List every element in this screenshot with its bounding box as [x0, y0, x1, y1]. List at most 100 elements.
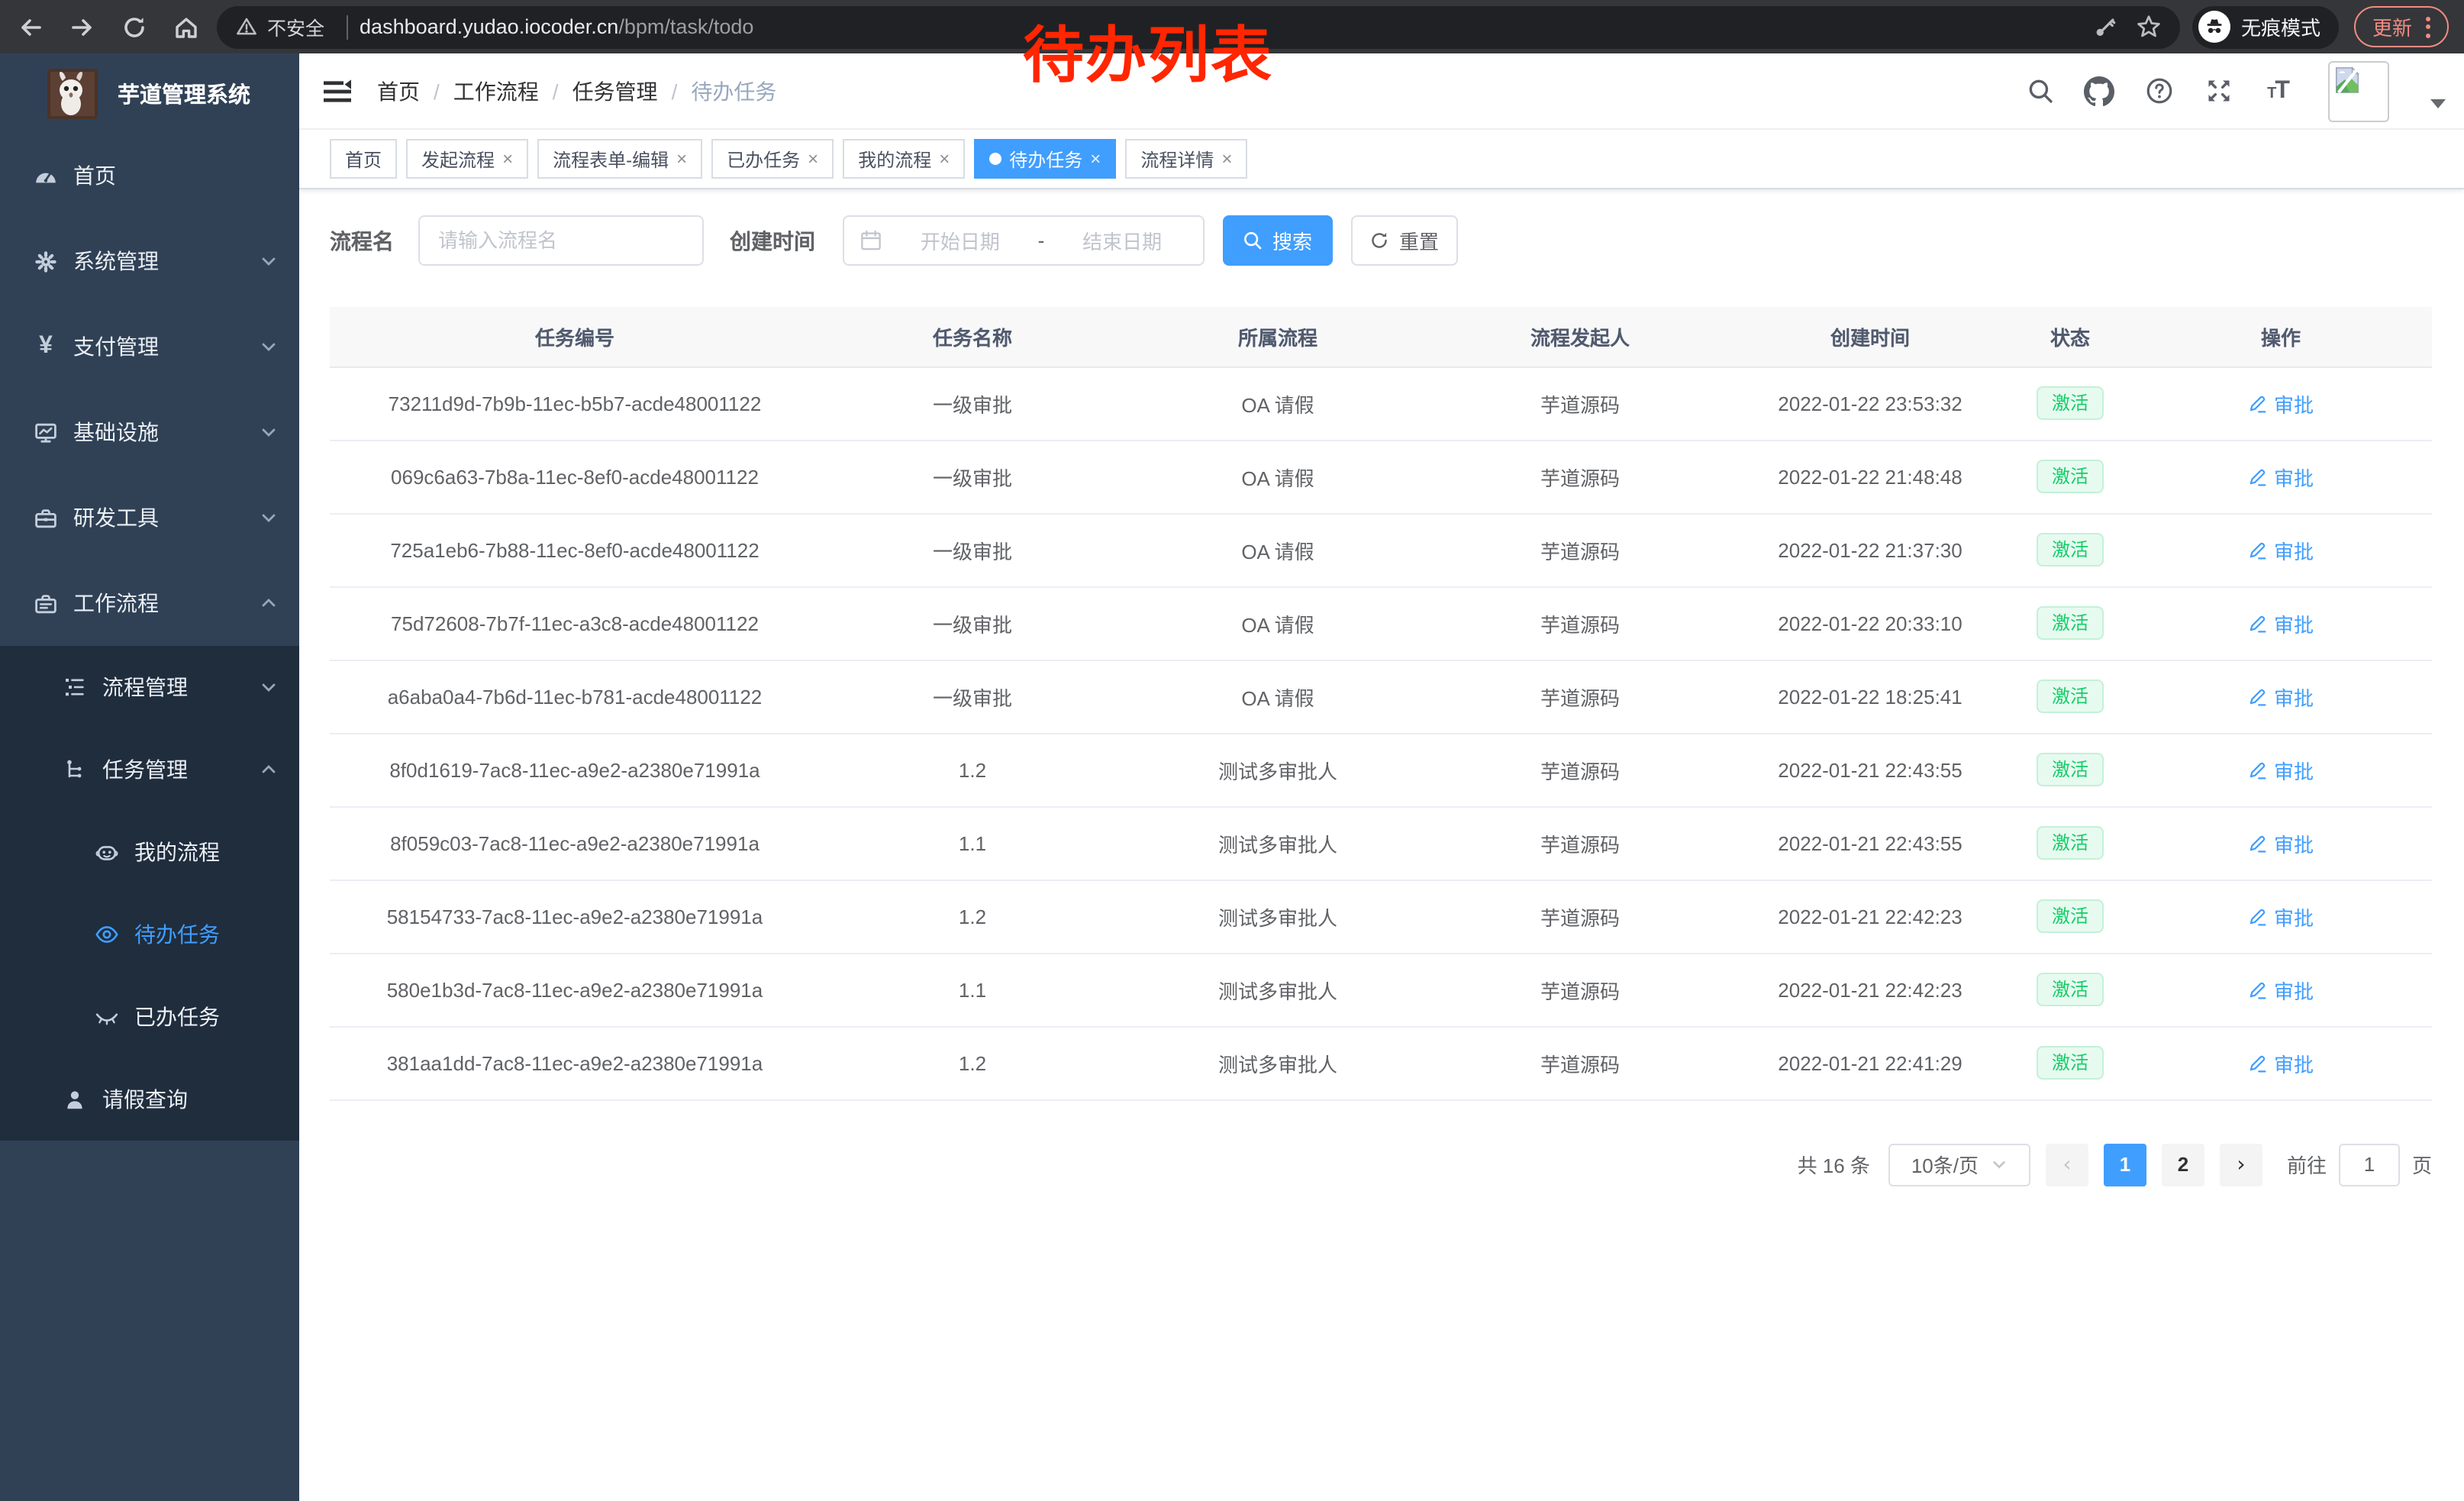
tag-tab-process-detail[interactable]: 流程详情 × [1125, 139, 1247, 179]
sidebar-item-done-tasks[interactable]: 已办任务 [0, 976, 299, 1058]
sidebar-item-system[interactable]: 系统管理 [0, 218, 299, 304]
reset-button[interactable]: 重置 [1351, 215, 1458, 266]
approve-button[interactable]: 审批 [2248, 975, 2314, 1004]
forward-icon [69, 13, 96, 40]
sidebar-item-infrastructure[interactable]: 基础设施 [0, 389, 299, 475]
navbar-actions: TT [2024, 60, 2446, 121]
approve-button[interactable]: 审批 [2248, 389, 2314, 418]
approve-button[interactable]: 审批 [2248, 902, 2314, 931]
tag-tab-form-edit[interactable]: 流程表单-编辑 × [537, 139, 702, 179]
page-content: 流程名 创建时间 开始日期 - 结束日期 搜索 重 [299, 189, 2464, 1501]
status-badge: 激活 [2037, 460, 2104, 493]
tag-tab-todo-tasks[interactable]: 待办任务 × [974, 139, 1116, 179]
url-path[interactable]: /bpm/task/todo [618, 15, 753, 38]
browser-update-button[interactable]: 更新 [2354, 6, 2449, 47]
password-key-icon[interactable] [2093, 15, 2117, 39]
approve-button[interactable]: 审批 [2248, 1048, 2314, 1077]
back-button[interactable] [9, 5, 52, 48]
close-icon[interactable]: × [808, 148, 818, 169]
fullscreen-button[interactable] [2203, 76, 2233, 106]
sidebar-item-todo-tasks[interactable]: 待办任务 [0, 893, 299, 976]
edit-pen-icon [2248, 760, 2268, 780]
process-name-input[interactable] [418, 215, 704, 266]
table-header-row: 任务编号 任务名称 所属流程 流程发起人 创建时间 状态 操作 [330, 307, 2432, 366]
bookmark-star-icon[interactable] [2136, 14, 2162, 40]
sidebar-logo[interactable]: 芋道管理系统 [0, 53, 299, 133]
col-actions: 操作 [2130, 307, 2432, 366]
fullscreen-icon [2204, 76, 2233, 105]
approve-button[interactable]: 审批 [2248, 682, 2314, 711]
incognito-badge: 无痕模式 [2192, 5, 2339, 48]
browser-menu-icon[interactable] [2426, 16, 2430, 37]
broken-image-icon [2333, 65, 2362, 94]
edit-pen-icon [2248, 540, 2268, 560]
table-row: a6aba0a4-7b6d-11ec-b781-acde48001122一级审批… [330, 660, 2432, 733]
table-row: 580e1b3d-7ac8-11ec-a9e2-a2380e71991a1.1测… [330, 953, 2432, 1026]
sidebar-item-leave-query[interactable]: 请假查询 [0, 1058, 299, 1141]
workflow-submenu: 流程管理 任务管理 我的流程 [0, 646, 299, 1141]
page-1-button[interactable]: 1 [2104, 1143, 2146, 1186]
breadcrumb-workflow[interactable]: 工作流程 [453, 76, 539, 106]
edit-pen-icon [2248, 613, 2268, 633]
search-button[interactable]: 搜索 [1223, 215, 1333, 266]
chevron-down-icon [1991, 1156, 2008, 1173]
prev-page-button[interactable]: ‹ [2046, 1143, 2088, 1186]
table-row: 381aa1dd-7ac8-11ec-a9e2-a2380e71991a1.2测… [330, 1026, 2432, 1099]
sidebar-item-task-management[interactable]: 任务管理 [0, 728, 299, 811]
tag-tab-start-process[interactable]: 发起流程 × [406, 139, 528, 179]
sidebar-item-dev-tools[interactable]: 研发工具 [0, 475, 299, 560]
close-icon[interactable]: × [1221, 148, 1232, 169]
tag-tab-home[interactable]: 首页 [330, 139, 397, 179]
total-count: 共 16 条 [1798, 1150, 1870, 1179]
close-icon[interactable]: × [676, 148, 687, 169]
sidebar-item-process-management[interactable]: 流程管理 [0, 646, 299, 728]
status-badge: 激活 [2037, 973, 2104, 1006]
github-button[interactable] [2084, 76, 2114, 106]
breadcrumb-task-management[interactable]: 任务管理 [572, 76, 658, 106]
forward-button[interactable] [61, 5, 104, 48]
breadcrumb-current: 待办任务 [691, 76, 776, 106]
person-icon [63, 1087, 87, 1112]
update-label: 更新 [2372, 12, 2412, 41]
table-row: 8f059c03-7ac8-11ec-a9e2-a2380e71991a1.1测… [330, 806, 2432, 880]
url-host[interactable]: dashboard.yudao.iocoder.cn [360, 15, 618, 38]
reload-button[interactable] [113, 5, 156, 48]
home-button[interactable] [165, 5, 208, 48]
sidebar-collapse-button[interactable] [322, 76, 353, 106]
approve-button[interactable]: 审批 [2248, 462, 2314, 491]
close-icon[interactable]: × [939, 148, 950, 169]
close-icon[interactable]: × [502, 148, 513, 169]
close-icon[interactable]: × [1090, 148, 1101, 169]
user-avatar[interactable] [2328, 60, 2389, 121]
tag-tab-my-process[interactable]: 我的流程 × [843, 139, 965, 179]
not-secure-label[interactable]: 不安全 [267, 12, 324, 41]
font-size-button[interactable]: TT [2262, 76, 2293, 106]
status-badge: 激活 [2037, 386, 2104, 420]
tag-tab-done-tasks[interactable]: 已办任务 × [711, 139, 834, 179]
search-form: 流程名 创建时间 开始日期 - 结束日期 搜索 重 [330, 215, 2432, 266]
date-range-picker[interactable]: 开始日期 - 结束日期 [843, 215, 1205, 266]
sidebar-item-workflow[interactable]: 工作流程 [0, 560, 299, 646]
approve-button[interactable]: 审批 [2248, 828, 2314, 857]
top-navbar: 首页 / 工作流程 / 任务管理 / 待办任务 [299, 53, 2464, 130]
sidebar: 芋道管理系统 首页 系统管理 ¥ 支付管理 [0, 53, 299, 1501]
next-page-button[interactable]: › [2220, 1143, 2262, 1186]
page-unit-label: 页 [2412, 1150, 2432, 1179]
col-created: 创建时间 [1730, 307, 2011, 366]
breadcrumb-home[interactable]: 首页 [377, 76, 420, 106]
approve-button[interactable]: 审批 [2248, 608, 2314, 638]
goto-page-input[interactable] [2339, 1143, 2400, 1186]
search-button[interactable] [2024, 76, 2055, 106]
page-size-select[interactable]: 10条/页 [1888, 1143, 2030, 1186]
sidebar-item-my-process[interactable]: 我的流程 [0, 811, 299, 893]
help-button[interactable] [2143, 76, 2174, 106]
approve-button[interactable]: 审批 [2248, 755, 2314, 784]
home-icon [173, 13, 200, 40]
sidebar-item-home[interactable]: 首页 [0, 133, 299, 218]
annotation-text: 待办列表 [1023, 6, 1273, 95]
end-date-placeholder: 结束日期 [1056, 226, 1188, 255]
page-2-button[interactable]: 2 [2162, 1143, 2204, 1186]
approve-button[interactable]: 审批 [2248, 535, 2314, 564]
sidebar-item-payment[interactable]: ¥ 支付管理 [0, 304, 299, 389]
avatar-dropdown-caret[interactable] [2430, 98, 2446, 108]
